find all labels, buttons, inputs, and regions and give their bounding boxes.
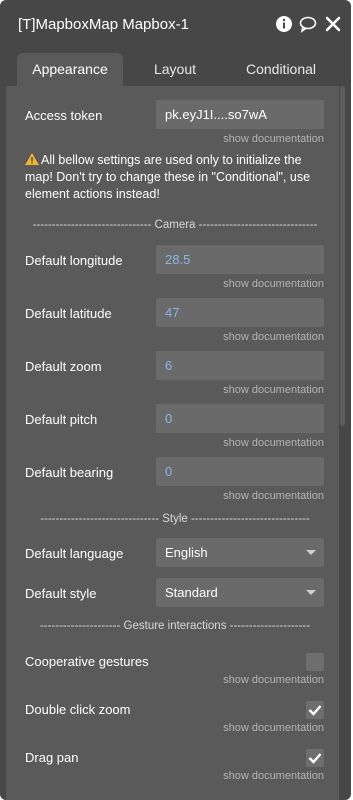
show-documentation-link[interactable]: show documentation	[223, 490, 324, 502]
scrollbar[interactable]	[340, 86, 345, 426]
default-pitch-input[interactable]: 0	[156, 404, 324, 433]
default-language-value: English	[165, 545, 208, 560]
default-longitude-label: Default longitude	[25, 253, 123, 268]
default-pitch-label: Default pitch	[25, 412, 98, 427]
show-documentation-link[interactable]: show documentation	[223, 133, 324, 145]
default-language-select[interactable]: English	[156, 538, 324, 567]
check-icon	[308, 753, 322, 764]
close-icon[interactable]	[324, 15, 342, 33]
default-longitude-input[interactable]: 28.5	[156, 245, 324, 274]
info-icon[interactable]	[275, 15, 293, 33]
default-bearing-label: Default bearing	[25, 465, 114, 480]
default-latitude-input[interactable]: 47	[156, 298, 324, 327]
default-zoom-label: Default zoom	[25, 359, 102, 374]
drag-pan-checkbox[interactable]	[306, 749, 324, 767]
default-style-select[interactable]: Standard	[156, 578, 324, 607]
tab-conditional[interactable]: Conditional	[227, 53, 335, 86]
init-warning: All bellow settings are used only to ini…	[25, 152, 325, 203]
show-documentation-link[interactable]: show documentation	[223, 722, 324, 734]
default-zoom-input[interactable]: 6	[156, 351, 324, 380]
show-documentation-link[interactable]: show documentation	[223, 278, 324, 290]
show-documentation-link[interactable]: show documentation	[223, 770, 324, 782]
default-style-label: Default style	[25, 586, 97, 601]
property-editor-panel: [T]MapboxMap Mapbox-1 Appearance Layout …	[0, 0, 351, 800]
show-documentation-link[interactable]: show documentation	[223, 674, 324, 686]
appearance-tab-content: Access token pk.eyJ1I....so7wA show docu…	[6, 86, 339, 800]
chevron-down-icon	[306, 590, 316, 595]
chevron-down-icon	[306, 550, 316, 555]
tab-layout[interactable]: Layout	[124, 53, 226, 86]
camera-separator: ------------------------------- Camera -…	[32, 219, 318, 231]
default-language-label: Default language	[25, 546, 124, 561]
show-documentation-link[interactable]: show documentation	[223, 437, 324, 449]
check-icon	[308, 705, 322, 716]
access-token-input[interactable]: pk.eyJ1I....so7wA	[156, 100, 324, 129]
double-click-zoom-label: Double click zoom	[25, 702, 131, 717]
default-bearing-input[interactable]: 0	[156, 457, 324, 486]
gesture-separator: --------------------- Gesture interactio…	[39, 620, 311, 632]
cooperative-gestures-checkbox[interactable]	[306, 653, 324, 671]
show-documentation-link[interactable]: show documentation	[223, 331, 324, 343]
warning-icon	[25, 153, 39, 165]
panel-title: [T]MapboxMap Mapbox-1	[18, 16, 189, 33]
warning-text: All bellow settings are used only to ini…	[25, 153, 311, 201]
comment-icon[interactable]	[299, 15, 317, 33]
default-style-value: Standard	[165, 585, 218, 600]
tab-appearance[interactable]: Appearance	[17, 53, 123, 86]
access-token-label: Access token	[25, 108, 103, 123]
style-separator: ------------------------------- Style --…	[40, 513, 310, 525]
default-latitude-label: Default latitude	[25, 306, 112, 321]
cooperative-gestures-label: Cooperative gestures	[25, 654, 149, 669]
show-documentation-link[interactable]: show documentation	[223, 384, 324, 396]
drag-pan-label: Drag pan	[25, 750, 79, 765]
tab-bar: Appearance Layout Conditional	[0, 50, 351, 86]
panel-header: [T]MapboxMap Mapbox-1	[0, 0, 351, 50]
double-click-zoom-checkbox[interactable]	[306, 701, 324, 719]
